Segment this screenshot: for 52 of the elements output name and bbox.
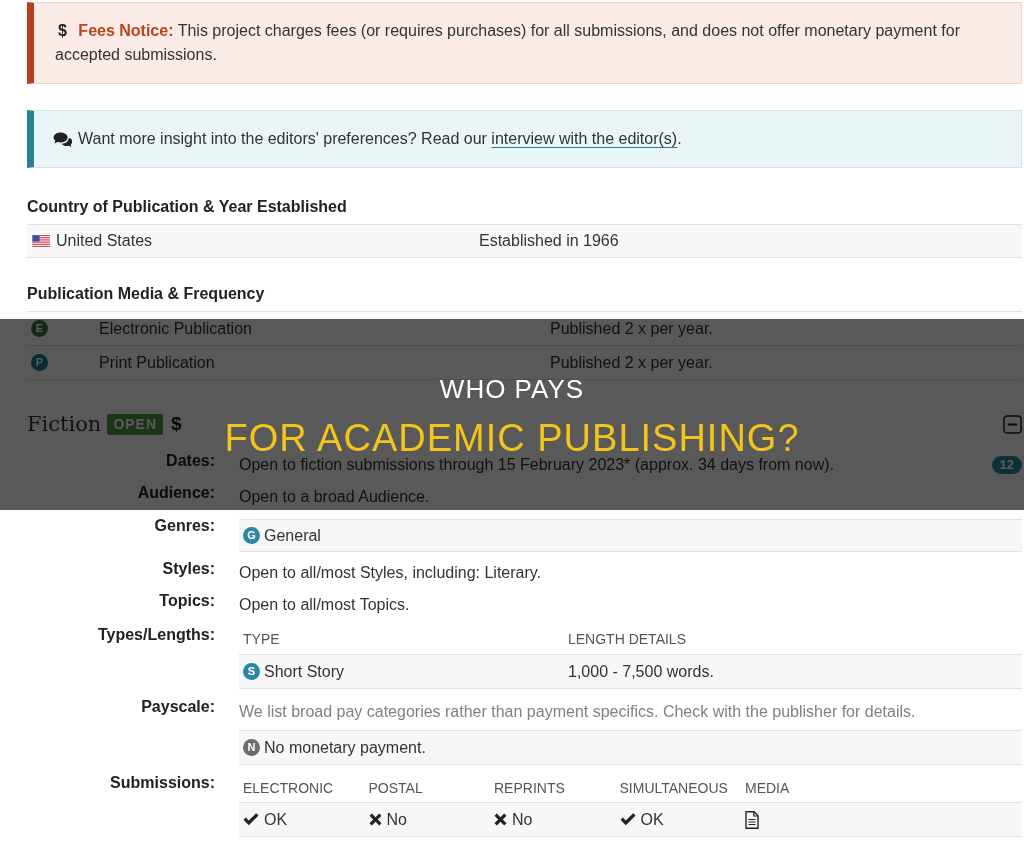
field-label: Payscale: xyxy=(141,697,215,717)
field-label: Styles: xyxy=(162,559,215,579)
frequency-text: Published 2 x per year. xyxy=(550,352,713,373)
letter-badge: E xyxy=(31,320,48,337)
letter-badge: P xyxy=(31,354,48,371)
payscale-note: We list broad pay categories rather than payment specifics. Check with the publisher for details. xyxy=(239,703,916,720)
column-header: POSTAL xyxy=(368,780,423,796)
genre-name: General xyxy=(264,525,321,546)
submission-status: No xyxy=(386,809,407,830)
column-header: SIMULTANEOUS xyxy=(619,780,728,796)
field-value: Open to a broad Audience. xyxy=(239,487,430,507)
column-header: REPRINTS xyxy=(494,780,565,796)
letter-badge: G xyxy=(243,527,260,544)
column-header: ELECTRONIC xyxy=(243,780,334,796)
field-label: Dates: xyxy=(166,451,215,471)
document-icon xyxy=(745,810,759,829)
fiction-heading: Fiction xyxy=(27,411,102,438)
field-value: Open to all/most Topics. xyxy=(239,595,410,615)
frequency-text: Published 2 x per year. xyxy=(550,318,713,339)
established-year: Established in 1966 xyxy=(479,231,619,251)
field-label: Types/Lengths: xyxy=(97,625,215,645)
pay-category: No monetary payment. xyxy=(264,737,426,758)
section-heading: Country of Publication & Year Established xyxy=(27,197,348,217)
editor-interview-link[interactable]: interview with the editor(s) xyxy=(491,130,678,147)
collapse-icon[interactable] xyxy=(1003,414,1022,434)
length-details: 1,000 - 7,500 words. xyxy=(568,662,714,680)
column-header: MEDIA xyxy=(745,780,790,796)
submission-status: OK xyxy=(640,809,664,830)
field-value: Open to all/most Styles, including: Literary. xyxy=(239,563,542,583)
story-type: Short Story xyxy=(264,661,345,682)
count-badge: 12 xyxy=(991,456,1022,474)
medium-name: Electronic Publication xyxy=(99,319,252,337)
section-heading: Publication Media & Frequency xyxy=(27,284,266,304)
column-header: TYPE xyxy=(243,631,280,647)
column-header: LENGTH DETAILS xyxy=(568,631,686,647)
field-label: Audience: xyxy=(137,483,215,503)
field-label: Topics: xyxy=(159,591,215,611)
field-label: Genres: xyxy=(154,516,215,536)
status-badge: OPEN xyxy=(107,413,164,435)
fee-symbol: $ xyxy=(171,412,182,436)
country-name: United States xyxy=(56,231,153,251)
info-notice-text: Want more insight into the editors' preferences? Read our interview with the editor(s). xyxy=(78,129,682,149)
medium-name: Print Publication xyxy=(99,353,215,371)
submission-status: No xyxy=(512,809,533,830)
submission-status: OK xyxy=(264,809,288,830)
comments-icon xyxy=(53,131,72,147)
letter-badge: N xyxy=(243,739,260,756)
field-label: Submissions: xyxy=(110,773,215,793)
banner-subtitle: WHO PAYS xyxy=(439,373,585,405)
fees-notice-text: $ Fees Notice: This project charges fees (or requires purchases) for all submissions, and does not offer monetary payment for accepted submissions. xyxy=(55,21,961,65)
flag-icon xyxy=(32,235,50,247)
letter-badge: S xyxy=(243,663,260,680)
